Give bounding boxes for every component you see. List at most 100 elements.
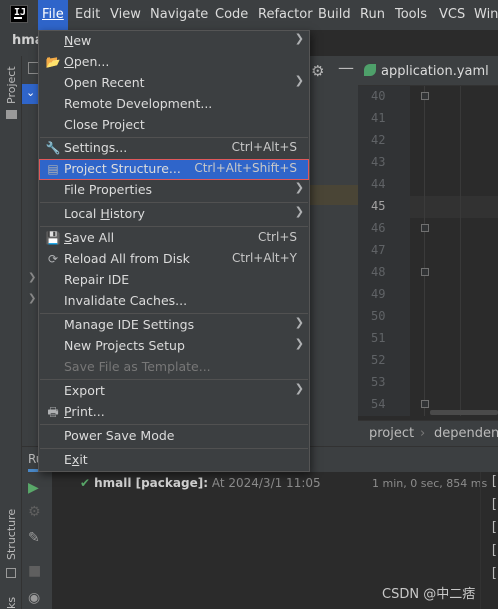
chevron-right-icon[interactable]: ❯	[28, 293, 36, 304]
breadcrumb-project[interactable]: project	[369, 426, 414, 441]
breadcrumb-dependencies[interactable]: dependencie	[434, 426, 498, 441]
menu-tools-label: Tools	[395, 7, 428, 22]
gear-icon[interactable]: ⚙	[311, 62, 324, 80]
line-number: 46	[371, 221, 386, 235]
menu-item-exit[interactable]: Exit	[39, 450, 309, 471]
menu-item-open-recent[interactable]: Open Recent ❯	[39, 73, 309, 94]
menu-item-new-projects-setup[interactable]: New Projects Setup ❯	[39, 336, 309, 357]
menu-item-repair-ide[interactable]: Repair IDE	[39, 270, 309, 291]
debug-icon[interactable]: ⚙	[28, 504, 41, 520]
console-line: [	[490, 497, 498, 512]
spring-leaf-icon	[364, 64, 376, 76]
menu-item-close-project[interactable]: Close Project	[39, 115, 309, 136]
menu-item-new[interactable]: New ❯	[39, 31, 309, 52]
menu-run-label: Run	[360, 7, 385, 22]
menu-item-label: Save All	[64, 230, 115, 245]
menu-file-label: File	[42, 7, 64, 22]
menu-item-label: Open...	[64, 54, 110, 69]
editor-tab-label: application.yaml	[381, 64, 489, 79]
menu-edit[interactable]: Edit	[75, 0, 100, 30]
menu-navigate[interactable]: Navigate	[150, 0, 208, 30]
horizontal-scrollbar[interactable]	[430, 410, 498, 415]
menu-item-project-structure[interactable]: ▤ Project Structure... Ctrl+Alt+Shift+S	[39, 159, 309, 180]
menu-item-local-history[interactable]: Local History ❯	[39, 204, 309, 225]
run-play-icon[interactable]: ▶	[28, 480, 39, 496]
line-number: 49	[371, 287, 386, 301]
menu-item-print[interactable]: 🖶 Print...	[39, 402, 309, 423]
menu-file[interactable]: File	[38, 0, 68, 30]
console-line: [	[490, 520, 498, 535]
chevron-right-icon: ❯	[294, 181, 304, 194]
fold-marker-icon[interactable]	[421, 268, 429, 276]
minimize-icon[interactable]: —	[338, 58, 354, 77]
menu-item-shortcut: Ctrl+Alt+S	[231, 140, 297, 154]
menu-separator	[40, 313, 308, 314]
menu-item-shortcut: Ctrl+Alt+Shift+S	[194, 161, 297, 175]
folder-icon	[6, 110, 17, 119]
menu-item-export[interactable]: Export ❯	[39, 381, 309, 402]
menu-code[interactable]: Code	[215, 0, 248, 30]
menu-item-label: Remote Development...	[64, 96, 213, 111]
menu-item-label: Exit	[64, 452, 88, 467]
line-number: 52	[371, 353, 386, 367]
fold-marker-icon[interactable]	[421, 92, 429, 100]
menu-item-open[interactable]: 📂 Open...	[39, 52, 309, 73]
watermark: CSDN @中二痞	[382, 587, 476, 602]
menu-build-label: Build	[318, 7, 351, 22]
indent-guide	[424, 86, 425, 416]
intellij-logo-icon[interactable]: IJ	[10, 5, 28, 23]
line-number: 41	[371, 111, 386, 125]
menu-vcs[interactable]: VCS	[439, 0, 465, 30]
menu-view-label: View	[110, 7, 141, 22]
menu-item-label: Settings...	[64, 140, 128, 155]
chevron-down-icon[interactable]: ⌄	[26, 86, 35, 99]
line-number: 47	[371, 243, 386, 257]
menu-item-invalidate-caches[interactable]: Invalidate Caches...	[39, 291, 309, 312]
editor-tab-application-yaml[interactable]: application.yaml	[364, 58, 489, 86]
menu-run[interactable]: Run	[360, 0, 385, 30]
menu-item-label: Reload All from Disk	[64, 251, 190, 266]
menu-item-power-save-mode[interactable]: Power Save Mode	[39, 426, 309, 447]
line-number-current: 45	[371, 199, 386, 213]
console-divider[interactable]	[480, 472, 481, 609]
project-structure-icon: ▤	[47, 162, 59, 176]
wrench-icon: 🔧	[45, 141, 61, 155]
line-number: 43	[371, 155, 386, 169]
chevron-right-icon[interactable]: ❯	[28, 272, 36, 283]
wrench-icon[interactable]: ✎	[28, 530, 40, 546]
menu-item-remote-development[interactable]: Remote Development...	[39, 94, 309, 115]
chevron-right-icon: ❯	[294, 337, 304, 350]
line-number: 44	[371, 177, 386, 191]
fold-marker-icon[interactable]	[421, 224, 429, 232]
chevron-right-icon: ❯	[294, 205, 304, 218]
menu-item-settings[interactable]: 🔧 Settings... Ctrl+Alt+S	[39, 138, 309, 159]
menu-item-file-properties[interactable]: File Properties ❯	[39, 180, 309, 201]
bookmarks-tool-tab[interactable]: ks	[5, 597, 18, 609]
stop-icon[interactable]: ■	[28, 563, 41, 579]
run-entry[interactable]: ✔ hmall [package]: At 2024/3/1 11:05	[80, 476, 321, 490]
menu-refactor[interactable]: Refactor	[258, 0, 313, 30]
project-tool-tab[interactable]: Project	[5, 66, 18, 104]
fold-marker-icon[interactable]	[421, 400, 429, 408]
line-number: 50	[371, 309, 386, 323]
menu-view[interactable]: View	[110, 0, 141, 30]
menu-item-reload-all[interactable]: ⟳ Reload All from Disk Ctrl+Alt+Y	[39, 249, 309, 270]
menu-item-save-all[interactable]: 💾 Save All Ctrl+S	[39, 228, 309, 249]
menu-item-label: Local History	[64, 206, 145, 221]
menu-item-label: Open Recent	[64, 75, 145, 90]
run-entry-when: At 2024/3/1 11:05	[211, 476, 321, 490]
menu-item-label: New Projects Setup	[64, 338, 185, 353]
menu-vcs-label: VCS	[439, 7, 466, 22]
printer-icon: 🖶	[47, 405, 59, 419]
structure-tool-tab[interactable]: Structure	[5, 509, 18, 560]
menu-item-label: Power Save Mode	[64, 428, 175, 443]
reload-icon: ⟳	[47, 252, 59, 266]
chevron-right-icon: ❯	[294, 32, 304, 45]
eye-icon[interactable]: ◉	[28, 590, 40, 606]
menu-item-manage-ide-settings[interactable]: Manage IDE Settings ❯	[39, 315, 309, 336]
menu-build[interactable]: Build	[318, 0, 351, 30]
project-tree-highlighted-row[interactable]	[310, 185, 358, 205]
menu-tools[interactable]: Tools	[395, 0, 427, 30]
menu-window[interactable]: Win	[474, 0, 498, 30]
menu-window-label: Win	[474, 7, 498, 22]
